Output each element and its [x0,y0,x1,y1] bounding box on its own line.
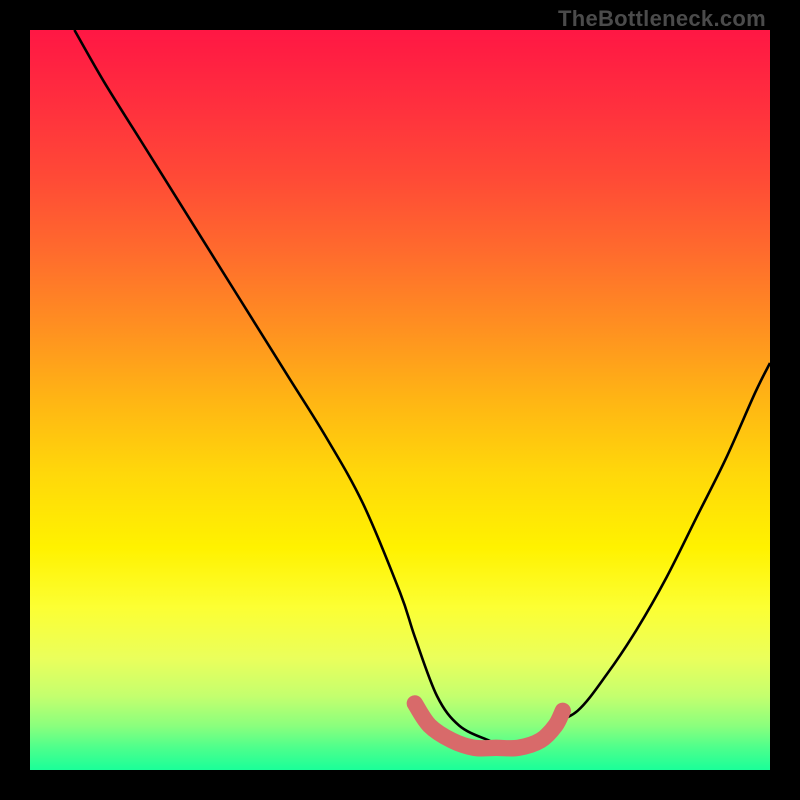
highlight-end-dot [555,703,571,719]
highlight-path [415,703,563,748]
bottleneck-curve [30,30,770,770]
plot-area [30,30,770,770]
curve-path [74,30,770,748]
chart-frame: TheBottleneck.com [0,0,800,800]
watermark-text: TheBottleneck.com [558,6,766,32]
